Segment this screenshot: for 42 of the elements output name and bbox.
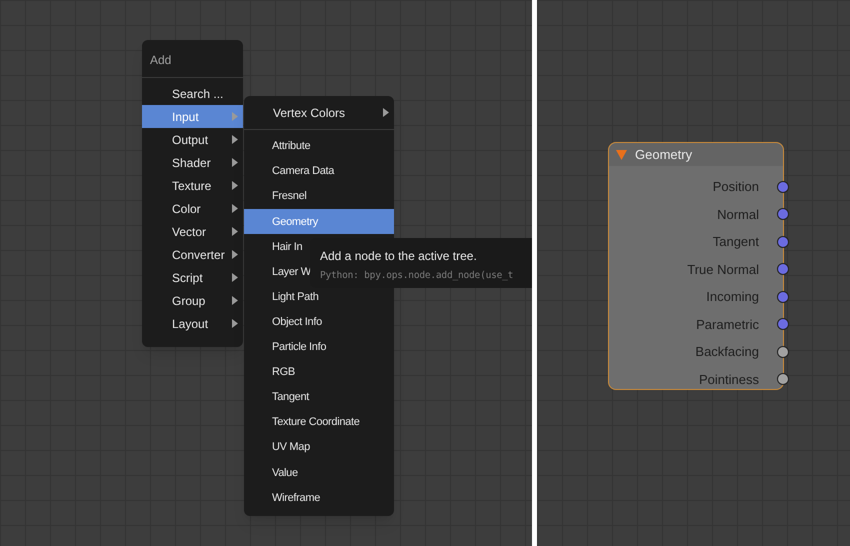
menu-item[interactable]: Value <box>244 460 394 486</box>
output-socket[interactable] <box>777 208 789 220</box>
menu-item[interactable]: Output <box>142 128 243 151</box>
output-socket-label: Tangent <box>712 233 759 251</box>
menu-item[interactable]: Object Info <box>244 310 394 335</box>
output-socket-label: True Normal <box>687 260 759 278</box>
menu-item[interactable]: Input <box>142 105 243 128</box>
output-socket[interactable] <box>777 373 789 386</box>
menu-item[interactable]: Particle Info <box>244 334 394 360</box>
output-socket-label: Backfacing <box>695 343 759 361</box>
menu-item[interactable]: Shader <box>142 151 243 174</box>
menu-item[interactable]: Light Path <box>244 284 394 310</box>
output-socket[interactable] <box>777 263 789 276</box>
menu-item[interactable]: Script <box>142 266 243 289</box>
geometry-node[interactable]: Geometry Position Normal Tangent True Normal Incoming Parametric Backfacing Pointiness <box>608 142 784 390</box>
menu-item[interactable]: Color <box>142 197 243 220</box>
menu-item[interactable]: Geometry <box>244 209 394 234</box>
menu-item[interactable]: Search ... <box>142 82 243 105</box>
output-socket[interactable] <box>777 318 789 330</box>
output-socket-label: Pointiness <box>699 370 759 388</box>
menu-item[interactable]: RGB <box>244 360 394 385</box>
menu-item[interactable]: Texture Coordinate <box>244 410 394 436</box>
menu-item[interactable]: UV Map <box>244 435 394 460</box>
menu-item[interactable]: Layout <box>142 312 243 335</box>
output-socket-label: Normal <box>717 206 759 224</box>
menu-item[interactable]: Attribute <box>244 134 394 160</box>
menu-item[interactable]: Camera Data <box>244 159 394 184</box>
output-socket-label: Incoming <box>706 288 759 306</box>
output-socket-label: Position <box>712 178 759 196</box>
menu-item[interactable]: Group <box>142 289 243 312</box>
menu-item[interactable]: Wireframe <box>244 485 394 510</box>
menu-title: Add <box>142 40 243 78</box>
tooltip-description: Add a node to the active tree. <box>320 248 478 265</box>
tooltip-python: Python: bpy.ops.node.add_node(use_t <box>320 269 514 283</box>
menu-item[interactable]: Tangent <box>244 384 394 410</box>
menu-item[interactable]: Converter <box>142 243 243 266</box>
menu-item[interactable]: Fresnel <box>244 184 394 210</box>
node-title: Geometry <box>635 146 692 164</box>
menu-item[interactable]: Vector <box>142 220 243 243</box>
menu-item[interactable]: Vertex Colors <box>244 96 394 130</box>
menu-item[interactable]: Texture <box>142 174 243 197</box>
output-socket-label: Parametric <box>696 316 759 334</box>
